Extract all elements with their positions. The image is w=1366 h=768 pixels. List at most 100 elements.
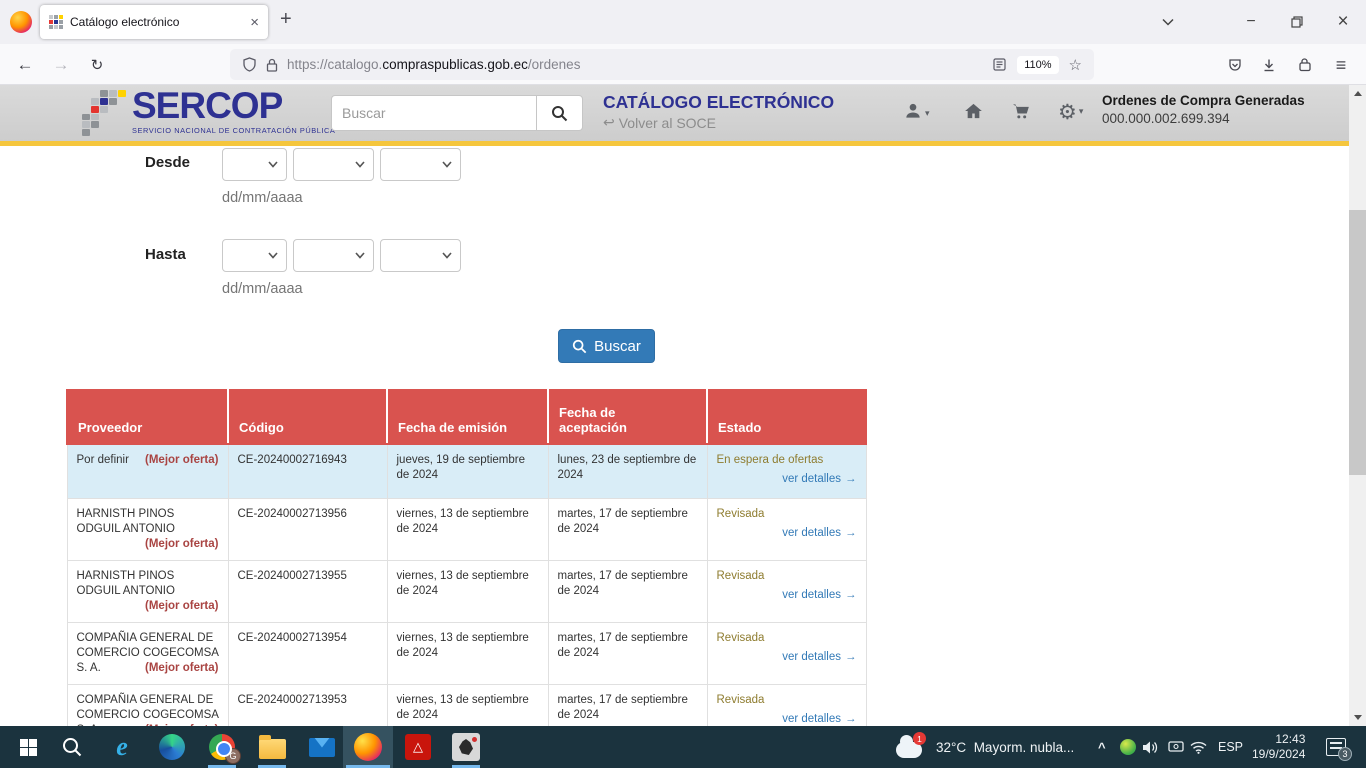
header-fecha-aceptacion: Fecha de aceptación bbox=[548, 390, 707, 444]
ver-detalles-link[interactable]: ver detalles→ bbox=[717, 650, 857, 665]
scroll-up-icon[interactable] bbox=[1349, 85, 1366, 102]
url-bar[interactable]: https://catalogo.compraspublicas.gob.ec/… bbox=[230, 49, 1094, 80]
adobe-reader-icon[interactable]: △ bbox=[398, 726, 438, 768]
edge-icon[interactable] bbox=[152, 726, 192, 768]
logo-subtitle: SERVICIO NACIONAL DE CONTRATACIÓN PÚBLIC… bbox=[132, 126, 335, 135]
best-offer-label: (Mejor oferta) bbox=[145, 661, 218, 676]
gear-icon: ⚙ bbox=[1058, 103, 1077, 123]
url-text[interactable]: https://catalogo.compraspublicas.gob.ec/… bbox=[287, 57, 988, 72]
ver-detalles-link[interactable]: ver detalles→ bbox=[717, 712, 857, 727]
cast-device-icon[interactable] bbox=[1168, 726, 1184, 768]
scrollbar-thumb[interactable] bbox=[1349, 210, 1366, 475]
to-label: Hasta bbox=[145, 246, 186, 263]
notification-badge: 3 bbox=[1338, 747, 1352, 761]
menu-hamburger-icon[interactable]: ≡ bbox=[1328, 52, 1354, 78]
close-window-button[interactable]: × bbox=[1320, 0, 1366, 44]
order-row: COMPAÑIA GENERAL DE COMERCIO COGECOMSA S… bbox=[67, 622, 866, 684]
ver-detalles-link[interactable]: ver detalles→ bbox=[717, 472, 857, 487]
wifi-icon[interactable] bbox=[1190, 726, 1207, 768]
reader-mode-icon[interactable] bbox=[993, 58, 1006, 71]
catalog-search-input[interactable] bbox=[331, 95, 536, 131]
zoom-level-badge[interactable]: 110% bbox=[1017, 56, 1058, 74]
site-header: SERCOP SERVICIO NACIONAL DE CONTRATACIÓN… bbox=[0, 85, 1349, 141]
lock-icon[interactable] bbox=[266, 58, 278, 72]
ver-detalles-link[interactable]: ver detalles→ bbox=[717, 588, 857, 603]
antivirus-tray-icon[interactable] bbox=[1120, 726, 1136, 768]
orders-table-body: Por definir (Mejor oferta) CE-2024000271… bbox=[67, 444, 866, 726]
pocket-icon[interactable] bbox=[1222, 52, 1248, 78]
accepted-cell: lunes, 23 de septiembre de 2024 bbox=[548, 444, 707, 498]
forward-button[interactable]: → bbox=[48, 52, 74, 78]
status-cell: En espera de ofertas ver detalles→ bbox=[707, 444, 866, 498]
language-indicator[interactable]: ESP bbox=[1218, 726, 1243, 768]
orders-summary: Ordenes de Compra Generadas 000.000.002.… bbox=[1102, 93, 1305, 126]
status-text: Revisada bbox=[717, 507, 857, 522]
from-day-select[interactable] bbox=[222, 148, 287, 181]
from-month-select[interactable] bbox=[293, 148, 374, 181]
issued-cell: viernes, 13 de septiembre de 2024 bbox=[387, 560, 548, 622]
page-scrollbar[interactable] bbox=[1349, 85, 1366, 726]
order-row: HARNISTH PINOS ODGUIL ANTONIO (Mejor ofe… bbox=[67, 560, 866, 622]
code-cell: CE-20240002713956 bbox=[228, 498, 387, 560]
arrow-right-icon: → bbox=[845, 713, 857, 725]
browser-tab[interactable]: Catálogo electrónico × bbox=[40, 5, 268, 39]
clock[interactable]: 12:4319/9/2024 bbox=[1252, 726, 1305, 768]
volume-icon[interactable] bbox=[1142, 726, 1159, 768]
list-tabs-icon[interactable] bbox=[1145, 0, 1191, 44]
buscar-button[interactable]: Buscar bbox=[558, 329, 655, 363]
from-year-select[interactable] bbox=[380, 148, 461, 181]
status-text: Revisada bbox=[717, 569, 857, 584]
home-button[interactable] bbox=[963, 101, 984, 121]
issued-cell: jueves, 19 de septiembre de 2024 bbox=[387, 444, 548, 498]
internet-explorer-icon[interactable]: e bbox=[102, 726, 142, 768]
temperature-text[interactable]: 32°C Mayorm. nubla... bbox=[936, 726, 1074, 768]
code-cell: CE-20240002713953 bbox=[228, 684, 387, 726]
new-tab-button[interactable]: + bbox=[280, 8, 292, 31]
tab-close-icon[interactable]: × bbox=[250, 14, 259, 31]
scroll-down-icon[interactable] bbox=[1349, 709, 1366, 726]
status-text: En espera de ofertas bbox=[717, 453, 857, 468]
java-app-icon[interactable] bbox=[446, 726, 486, 768]
reload-button[interactable]: ↻ bbox=[84, 52, 110, 78]
start-button[interactable] bbox=[8, 726, 48, 768]
header-fecha-emision: Fecha de emisión bbox=[387, 390, 548, 444]
mail-icon[interactable] bbox=[302, 726, 342, 768]
code-cell: CE-20240002713955 bbox=[228, 560, 387, 622]
catalog-search-button[interactable] bbox=[536, 95, 583, 131]
back-button[interactable]: ← bbox=[12, 52, 38, 78]
settings-menu-button[interactable]: ⚙ ▾ bbox=[1058, 101, 1083, 123]
to-year-select[interactable] bbox=[380, 239, 461, 272]
minimize-button[interactable]: − bbox=[1228, 0, 1274, 44]
taskbar-search-icon[interactable] bbox=[52, 726, 92, 768]
tray-chevron-up-icon[interactable]: ^ bbox=[1098, 726, 1106, 768]
maximize-button[interactable] bbox=[1274, 0, 1320, 44]
bookmark-star-icon[interactable]: ☆ bbox=[1069, 56, 1082, 74]
orders-label: Ordenes de Compra Generadas bbox=[1102, 93, 1305, 108]
from-date-selects bbox=[222, 148, 461, 181]
weather-badge: 1 bbox=[913, 732, 926, 745]
accepted-cell: martes, 17 de septiembre de 2024 bbox=[548, 498, 707, 560]
page-title: CATÁLOGO ELECTRÓNICO bbox=[603, 92, 834, 113]
firefox-taskbar-icon[interactable] bbox=[348, 726, 388, 768]
sercop-logo-icon bbox=[82, 90, 126, 136]
to-day-select[interactable] bbox=[222, 239, 287, 272]
notification-center-icon[interactable]: 3 bbox=[1326, 726, 1346, 768]
caret-down-icon: ▾ bbox=[925, 108, 930, 121]
to-month-select[interactable] bbox=[293, 239, 374, 272]
downloads-icon[interactable] bbox=[1256, 52, 1282, 78]
chrome-icon[interactable]: G bbox=[202, 726, 242, 768]
ver-detalles-link[interactable]: ver detalles→ bbox=[717, 526, 857, 541]
account-sidebar-icon[interactable] bbox=[1292, 52, 1318, 78]
provider-cell: COMPAÑIA GENERAL DE COMERCIO COGECOMSA S… bbox=[67, 684, 228, 726]
file-explorer-icon[interactable] bbox=[252, 726, 292, 768]
user-menu-button[interactable]: ▾ bbox=[903, 101, 930, 121]
shield-icon[interactable] bbox=[243, 57, 256, 72]
volver-al-soce-link[interactable]: ↩ Volver al SOCE bbox=[603, 114, 716, 131]
cloud-icon: 1 bbox=[896, 742, 922, 758]
status-text: Revisada bbox=[717, 693, 857, 708]
arrow-right-icon: → bbox=[845, 473, 857, 485]
to-date-selects bbox=[222, 239, 461, 272]
weather-widget[interactable]: 1 bbox=[896, 726, 922, 768]
firefox-logo-icon bbox=[10, 11, 32, 33]
cart-button[interactable] bbox=[1010, 101, 1031, 121]
